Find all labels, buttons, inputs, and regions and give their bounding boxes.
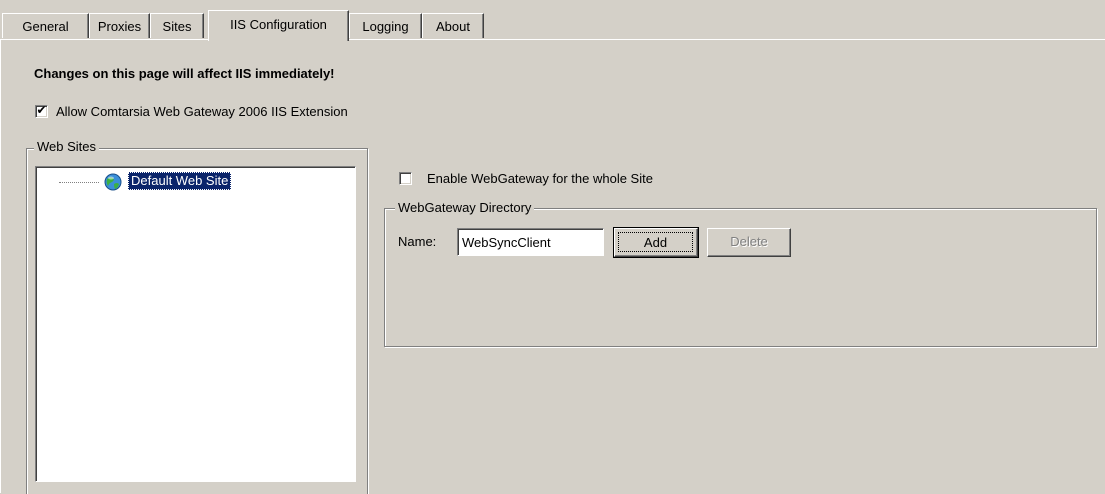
tab-page-border-left [0,39,1,493]
add-button[interactable]: Add [613,227,699,258]
tree-item-default-web-site[interactable]: Default Web Site [128,172,232,190]
tab-iis-configuration[interactable]: IIS Configuration [208,10,349,41]
delete-button[interactable]: Delete [707,228,791,257]
add-button-label: Add [618,232,693,252]
web-sites-title: Web Sites [34,139,100,154]
warning-text: Changes on this page will affect IIS imm… [34,66,335,81]
globe-icon [104,173,122,191]
tab-proxies[interactable]: Proxies [89,13,150,38]
tab-about[interactable]: About [422,13,484,38]
tab-general[interactable]: General [2,13,89,38]
webgateway-directory-title: WebGateway Directory [395,200,535,215]
enable-whole-site-checkbox[interactable] [399,172,412,185]
tab-sites[interactable]: Sites [150,13,204,38]
tab-strip: General Proxies Sites IIS Configuration … [0,0,1105,41]
allow-extension-label[interactable]: Allow Comtarsia Web Gateway 2006 IIS Ext… [56,104,348,119]
directory-name-input[interactable] [457,228,604,256]
enable-whole-site-label[interactable]: Enable WebGateway for the whole Site [427,171,653,186]
tab-logging[interactable]: Logging [349,13,422,38]
name-label: Name: [398,234,437,249]
allow-extension-checkbox[interactable]: ✔ [35,103,48,118]
web-sites-tree[interactable]: Default Web Site [35,166,356,482]
checkmark-icon: ✔ [36,103,47,117]
tree-connector [59,182,99,184]
tab-page-border [0,39,1105,40]
